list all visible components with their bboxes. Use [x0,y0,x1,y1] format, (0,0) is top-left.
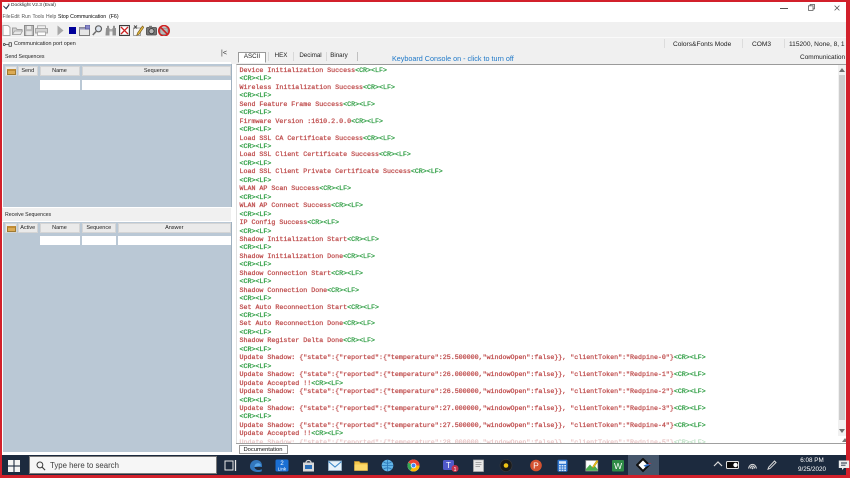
svg-text:1: 1 [453,467,456,473]
svg-text:P: P [533,461,539,471]
svg-text:W: W [614,461,622,471]
svg-text:T: T [446,461,451,470]
svg-text:Link: Link [278,466,287,471]
